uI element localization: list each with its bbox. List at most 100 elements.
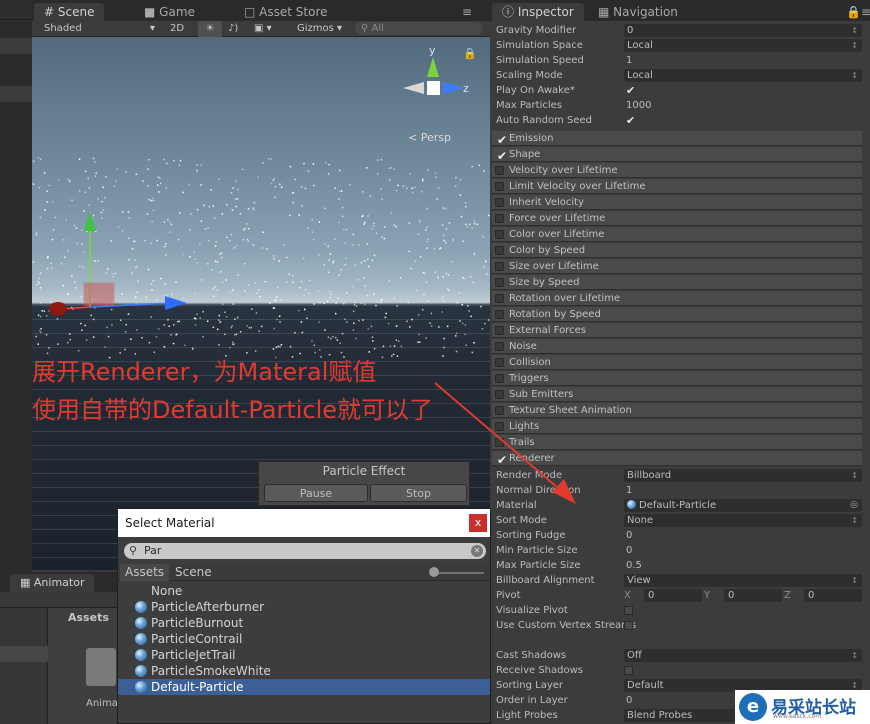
close-button[interactable]: x bbox=[469, 514, 487, 532]
checkmark-icon[interactable]: ✔ bbox=[626, 113, 635, 128]
tab-scene-objects[interactable]: Scene bbox=[170, 564, 217, 581]
module-checkbox[interactable] bbox=[495, 310, 504, 319]
property-dropdown[interactable]: Local bbox=[624, 39, 862, 52]
material-search-input[interactable]: ⚲ Par ✕ bbox=[124, 543, 486, 559]
module-header[interactable]: Size by Speed bbox=[492, 275, 862, 290]
material-list-item[interactable]: None bbox=[118, 583, 490, 599]
material-object-field[interactable]: Default-Particle ◎ bbox=[624, 499, 862, 512]
tab-asset-store[interactable]: □ Asset Store bbox=[234, 3, 338, 21]
property-value[interactable]: 0 bbox=[626, 528, 632, 543]
property-value[interactable]: 0 bbox=[626, 543, 632, 558]
pivot-y-field[interactable]: 0 bbox=[724, 589, 782, 602]
module-checkbox[interactable] bbox=[495, 438, 504, 447]
module-checkbox[interactable] bbox=[495, 326, 504, 335]
module-header[interactable]: ✔ Emission bbox=[492, 131, 862, 147]
lighting-toggle-icon[interactable]: ☀ bbox=[198, 21, 222, 37]
module-checkbox[interactable] bbox=[495, 374, 504, 383]
scene-search-input[interactable]: ⚲ All bbox=[355, 22, 483, 35]
assets-breadcrumb[interactable]: Assets bbox=[68, 611, 109, 624]
pivot-z-field[interactable]: 0 bbox=[804, 589, 862, 602]
module-header[interactable]: Color by Speed bbox=[492, 243, 862, 258]
audio-toggle-icon[interactable]: ♪) bbox=[228, 21, 238, 37]
gizmos-dropdown[interactable]: Gizmos ▾ bbox=[297, 21, 342, 37]
pause-button[interactable]: Pause bbox=[264, 484, 368, 502]
module-header[interactable]: Size over Lifetime bbox=[492, 259, 862, 274]
property-checkbox[interactable] bbox=[624, 621, 633, 630]
module-checkbox[interactable]: ✔ bbox=[495, 149, 507, 163]
module-checkbox[interactable] bbox=[495, 342, 504, 351]
property-value[interactable]: 1 bbox=[626, 483, 632, 498]
shading-dropdown[interactable]: Shaded ▾ bbox=[44, 21, 155, 37]
tab-navigation[interactable]: ▦ Navigation bbox=[588, 3, 688, 21]
module-header[interactable]: ✔ Renderer bbox=[492, 451, 862, 467]
effects-dropdown-icon[interactable]: ▣ ▾ bbox=[254, 21, 272, 37]
clear-search-icon[interactable]: ✕ bbox=[471, 545, 483, 557]
module-header[interactable]: Velocity over Lifetime bbox=[492, 163, 862, 178]
tab-assets[interactable]: Assets bbox=[120, 564, 170, 581]
module-header[interactable]: Texture Sheet Animation bbox=[492, 403, 862, 418]
move-handle[interactable] bbox=[49, 212, 187, 316]
module-checkbox[interactable] bbox=[495, 214, 504, 223]
lock-icon[interactable]: 🔒 bbox=[463, 47, 477, 60]
tab-scene[interactable]: # Scene bbox=[34, 3, 105, 21]
material-list-item[interactable]: ParticleAfterburner bbox=[118, 599, 490, 615]
module-header[interactable]: Rotation by Speed bbox=[492, 307, 862, 322]
property-value[interactable]: 1000 bbox=[626, 98, 651, 113]
property-value[interactable]: 0.5 bbox=[626, 558, 642, 573]
module-checkbox[interactable] bbox=[495, 358, 504, 367]
module-checkbox[interactable] bbox=[495, 278, 504, 287]
module-checkbox[interactable] bbox=[495, 182, 504, 191]
property-dropdown[interactable]: View bbox=[624, 574, 862, 587]
tab-game[interactable]: ■ Game bbox=[134, 3, 205, 21]
hierarchy-row[interactable] bbox=[0, 38, 32, 54]
material-list-item[interactable]: ParticleSmokeWhite bbox=[118, 663, 490, 679]
folder-icon[interactable] bbox=[86, 648, 116, 686]
material-list-item[interactable]: ParticleBurnout bbox=[118, 615, 490, 631]
panel-lock-icon[interactable]: 🔒≡ bbox=[846, 3, 870, 21]
module-header[interactable]: Collision bbox=[492, 355, 862, 370]
module-checkbox[interactable] bbox=[495, 198, 504, 207]
module-header[interactable]: Triggers bbox=[492, 371, 862, 386]
stop-button[interactable]: Stop bbox=[370, 484, 467, 502]
panel-menu-icon[interactable]: ≡ bbox=[462, 3, 472, 21]
module-checkbox[interactable] bbox=[495, 422, 504, 431]
module-checkbox[interactable] bbox=[495, 230, 504, 239]
module-header[interactable]: Inherit Velocity bbox=[492, 195, 862, 210]
module-header[interactable]: External Forces bbox=[492, 323, 862, 338]
property-value[interactable]: 0 bbox=[626, 693, 632, 708]
module-header[interactable]: Rotation over Lifetime bbox=[492, 291, 862, 306]
module-checkbox[interactable] bbox=[495, 390, 504, 399]
module-checkbox[interactable] bbox=[495, 246, 504, 255]
tab-animator[interactable]: ▦ Animator bbox=[10, 574, 95, 592]
module-checkbox[interactable] bbox=[495, 166, 504, 175]
module-checkbox[interactable]: ✔ bbox=[495, 453, 507, 467]
icon-size-slider[interactable] bbox=[432, 572, 484, 574]
property-dropdown[interactable]: None bbox=[624, 514, 862, 527]
object-picker-icon[interactable]: ◎ bbox=[850, 499, 858, 512]
property-checkbox[interactable] bbox=[624, 666, 633, 675]
material-list-item[interactable]: Default-Particle bbox=[118, 679, 490, 695]
module-header[interactable]: Noise bbox=[492, 339, 862, 354]
property-dropdown[interactable]: Local bbox=[624, 69, 862, 82]
module-checkbox[interactable]: ✔ bbox=[495, 133, 507, 147]
module-checkbox[interactable] bbox=[495, 406, 504, 415]
property-dropdown[interactable]: Billboard bbox=[624, 469, 862, 482]
2d-toggle[interactable]: 2D bbox=[170, 21, 184, 37]
hierarchy-row-selected[interactable] bbox=[0, 86, 32, 102]
property-dropdown[interactable]: Off bbox=[624, 649, 862, 662]
module-header[interactable]: Limit Velocity over Lifetime bbox=[492, 179, 862, 194]
module-checkbox[interactable] bbox=[495, 294, 504, 303]
perspective-label[interactable]: < Persp bbox=[408, 131, 451, 144]
orientation-gizmo[interactable]: y z bbox=[403, 44, 469, 95]
property-checkbox[interactable] bbox=[624, 606, 633, 615]
project-tree-row-selected[interactable] bbox=[0, 646, 48, 662]
property-value[interactable]: 1 bbox=[626, 53, 632, 68]
material-list-item[interactable]: ParticleContrail bbox=[118, 631, 490, 647]
property-dropdown[interactable]: 0 bbox=[624, 24, 862, 37]
module-header[interactable]: Sub Emitters bbox=[492, 387, 862, 402]
module-checkbox[interactable] bbox=[495, 262, 504, 271]
module-header[interactable]: Trails bbox=[492, 435, 862, 450]
pivot-x-field[interactable]: 0 bbox=[644, 589, 702, 602]
module-header[interactable]: Color over Lifetime bbox=[492, 227, 862, 242]
tab-inspector[interactable]: ⓘ Inspector bbox=[492, 3, 584, 21]
